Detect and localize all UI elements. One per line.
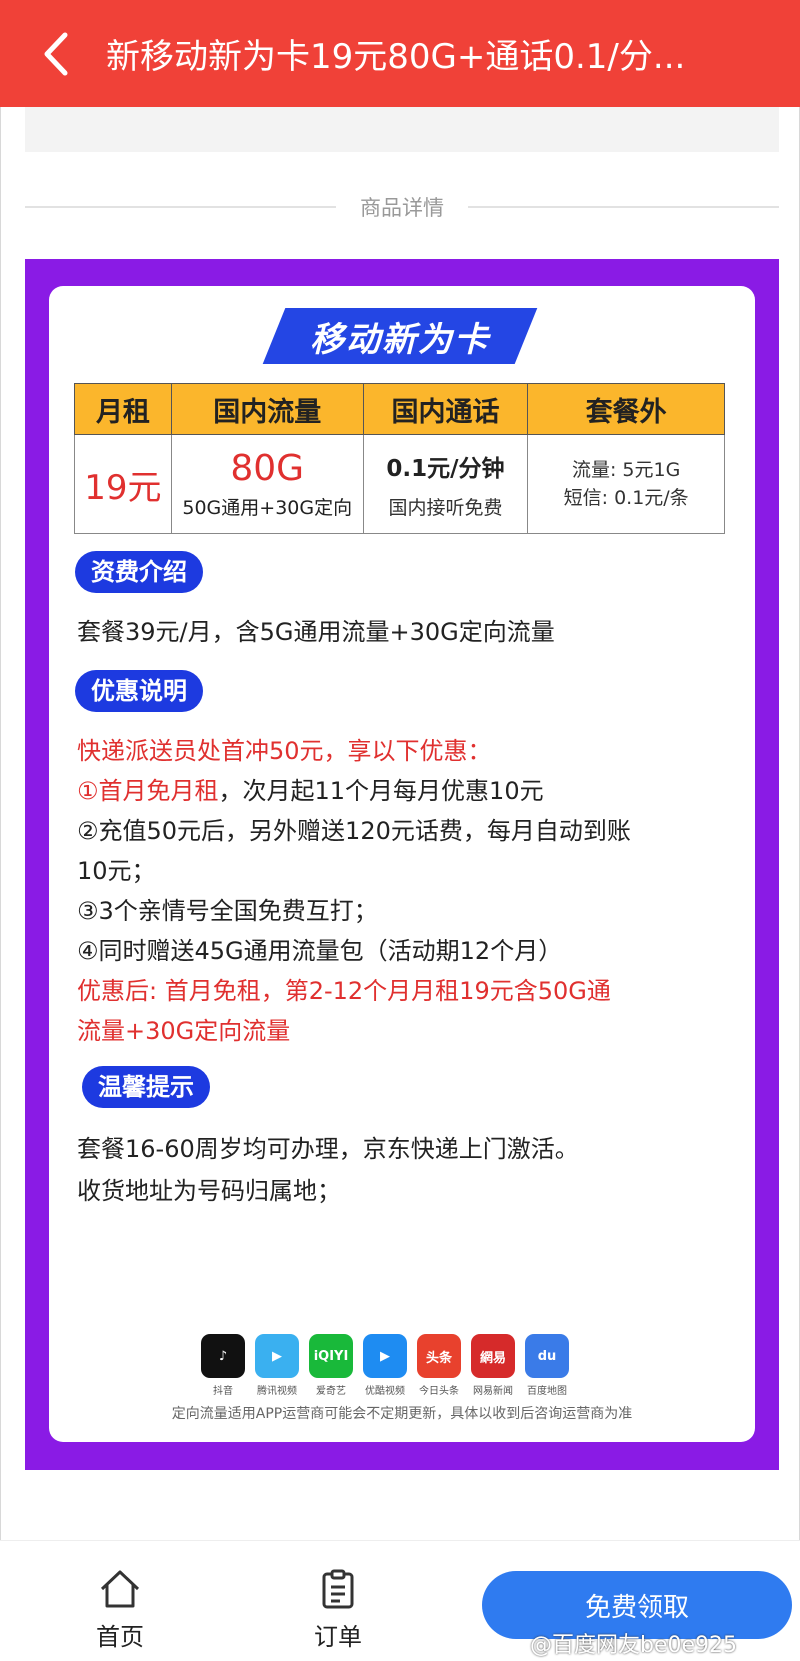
netease-news-icon: 網易 [471,1334,515,1378]
app-item: ♪ 抖音 [199,1334,247,1397]
plan-table: 月租 国内流量 国内通话 套餐外 19元 80G 50G通用+30G定向 0.1… [74,383,725,534]
chevron-left-icon [44,32,68,75]
extra-flow: 流量: 5元1G [571,459,681,481]
offer-after-1: 优惠后: 首月免租，第2-12个月月租19元含50G通 [77,977,611,1005]
back-button[interactable] [24,22,88,86]
tab-orders[interactable]: 订单 [298,1569,378,1652]
app-list: ♪ 抖音 ▶ 腾讯视频 iQIYI 爱奇艺 ▶ 优酷视频 头条 今日头条 網易 网易新闻 du 百度地图 [199,1334,571,1397]
header-call: 国内通话 [362,383,529,435]
tencent-video-icon: ▶ [255,1334,299,1378]
app-item: 头条 今日头条 [415,1334,463,1397]
section-label: 商品详情 [360,196,444,220]
left-border [0,107,1,1554]
fee-intro-pill: 资费介绍 [75,551,203,593]
rent-value: 19元 [84,467,162,508]
tips-line-2: 收货地址为号码归属地； [77,1177,341,1205]
section-divider: 商品详情 [25,190,779,224]
bottom-bar: 首页 订单 免费领取 @百度网友be0e925 [0,1540,800,1661]
app-name: 网易新闻 [473,1386,513,1397]
header-extra: 套餐外 [527,383,725,435]
offer-after-2: 流量+30G定向流量 [77,1017,291,1045]
offer-pill: 优惠说明 [75,670,203,712]
offer-item-2-cont: 10元； [77,857,156,885]
call-detail: 国内接听免费 [388,496,503,519]
toutiao-icon: 头条 [417,1334,461,1378]
app-name: 优酷视频 [365,1386,405,1397]
app-item: 網易 网易新闻 [469,1334,517,1397]
offer-item-3: ③3个亲情号全国免费互打； [77,897,378,925]
header-rent: 月租 [74,383,172,435]
iqiyi-icon: iQIYI [309,1334,353,1378]
home-icon [100,1570,140,1608]
offer-item-2: ②充值50元后，另外赠送120元话费，每月自动到账 [77,817,631,845]
baidu-map-icon: du [525,1334,569,1378]
offer-lead: 快递派送员处首冲50元，享以下优惠： [77,737,492,765]
offer-item-1-rest: ，次月起11个月每月优惠10元 [218,777,544,805]
app-item: du 百度地图 [523,1334,571,1397]
header-flow: 国内流量 [170,383,364,435]
flow-detail: 50G通用+30G定向 [182,496,353,519]
tips-pill: 温馨提示 [82,1066,210,1108]
tab-home-label: 首页 [96,1623,144,1651]
clipboard-icon [322,1569,354,1609]
tips-line-1: 套餐16-60周岁均可办理，京东快递上门激活。 [77,1135,579,1163]
app-item: iQIYI 爱奇艺 [307,1334,355,1397]
offer-item-4: ④同时赠送45G通用流量包（活动期12个月） [77,937,563,965]
youku-icon: ▶ [363,1334,407,1378]
plan-title: 移动新为卡 [310,319,490,360]
extra-sms: 短信: 0.1元/条 [563,487,689,509]
tab-orders-label: 订单 [314,1623,362,1651]
footnote: 定向流量适用APP运营商可能会不定期更新，具体以收到后咨询运营商为准 [171,1406,633,1422]
tab-home[interactable]: 首页 [80,1569,160,1652]
app-item: ▶ 腾讯视频 [253,1334,301,1397]
offer-item-1: ①首月免月租，次月起11个月每月优惠10元 [77,771,544,806]
plan-title-badge: 移动新为卡 [262,308,538,364]
fee-intro-text: 套餐39元/月，含5G通用流量+30G定向流量 [77,618,555,646]
gray-strip [25,107,779,152]
app-name: 爱奇艺 [316,1386,346,1397]
douyin-icon: ♪ [201,1334,245,1378]
app-name: 今日头条 [419,1386,459,1397]
page-title: 新移动新为卡19元80G+通话0.1/分... [106,37,686,77]
app-name: 腾讯视频 [257,1386,297,1397]
call-value: 0.1元/分钟 [386,455,505,482]
app-item: ▶ 优酷视频 [361,1334,409,1397]
app-name: 百度地图 [527,1386,567,1397]
app-name: 抖音 [213,1386,233,1397]
watermark: @百度网友be0e925 [530,1633,738,1658]
product-banner: 移动新为卡 月租 国内流量 国内通话 套餐外 19元 80G 50G通用+30G… [25,259,779,1470]
offer-item-1-highlight: ①首月免月租 [77,777,219,805]
flow-value: 80G [230,447,305,489]
top-bar: 新移动新为卡19元80G+通话0.1/分... [0,0,800,107]
plan-card: 移动新为卡 月租 国内流量 国内通话 套餐外 19元 80G 50G通用+30G… [49,286,755,1442]
